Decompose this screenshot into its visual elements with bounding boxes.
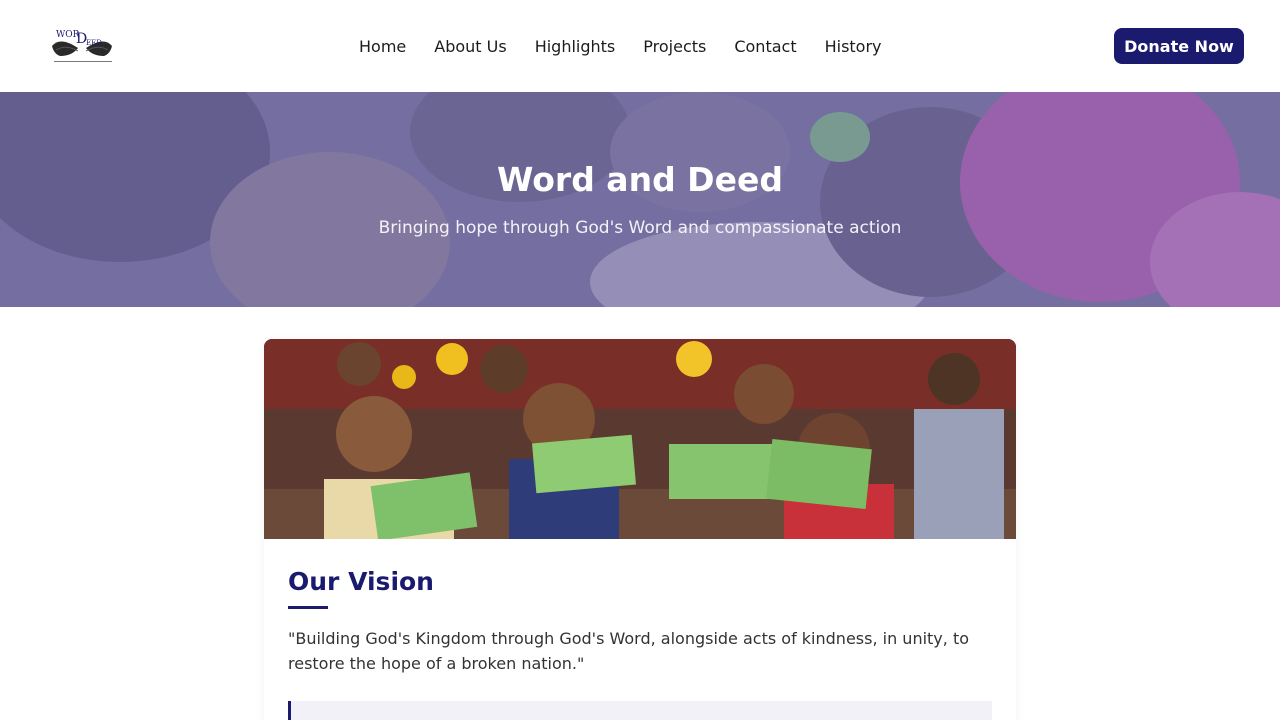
nav-highlights[interactable]: Highlights [521, 37, 630, 56]
vision-card: Our Vision "Building God's Kingdom throu… [264, 339, 1016, 720]
title-underline [288, 606, 328, 609]
vision-statement: "Building God's Kingdom through God's Wo… [288, 629, 969, 673]
quote-block [288, 701, 992, 720]
nav-projects[interactable]: Projects [629, 37, 720, 56]
logo-wings-icon: WOR D EED [52, 30, 112, 62]
main-nav: Home About Us Highlights Projects Contac… [345, 0, 896, 92]
svg-text:EED: EED [86, 39, 102, 47]
nav-history[interactable]: History [811, 37, 896, 56]
nav-contact[interactable]: Contact [720, 37, 810, 56]
logo[interactable]: WOR D EED [48, 26, 116, 66]
children-with-books-photo [264, 339, 1016, 539]
hero-overlay [0, 92, 1280, 307]
nav-home[interactable]: Home [345, 37, 420, 56]
site-header: WOR D EED Home About Us Highlights Proje… [0, 0, 1280, 92]
hero-title: Word and Deed [497, 160, 783, 199]
nav-about-us[interactable]: About Us [420, 37, 520, 56]
vision-title: Our Vision [288, 567, 434, 596]
donate-now-button[interactable]: Donate Now [1114, 28, 1244, 64]
hero-banner: Word and Deed Bringing hope through God'… [0, 92, 1280, 307]
hero-subtitle: Bringing hope through God's Word and com… [378, 218, 902, 238]
